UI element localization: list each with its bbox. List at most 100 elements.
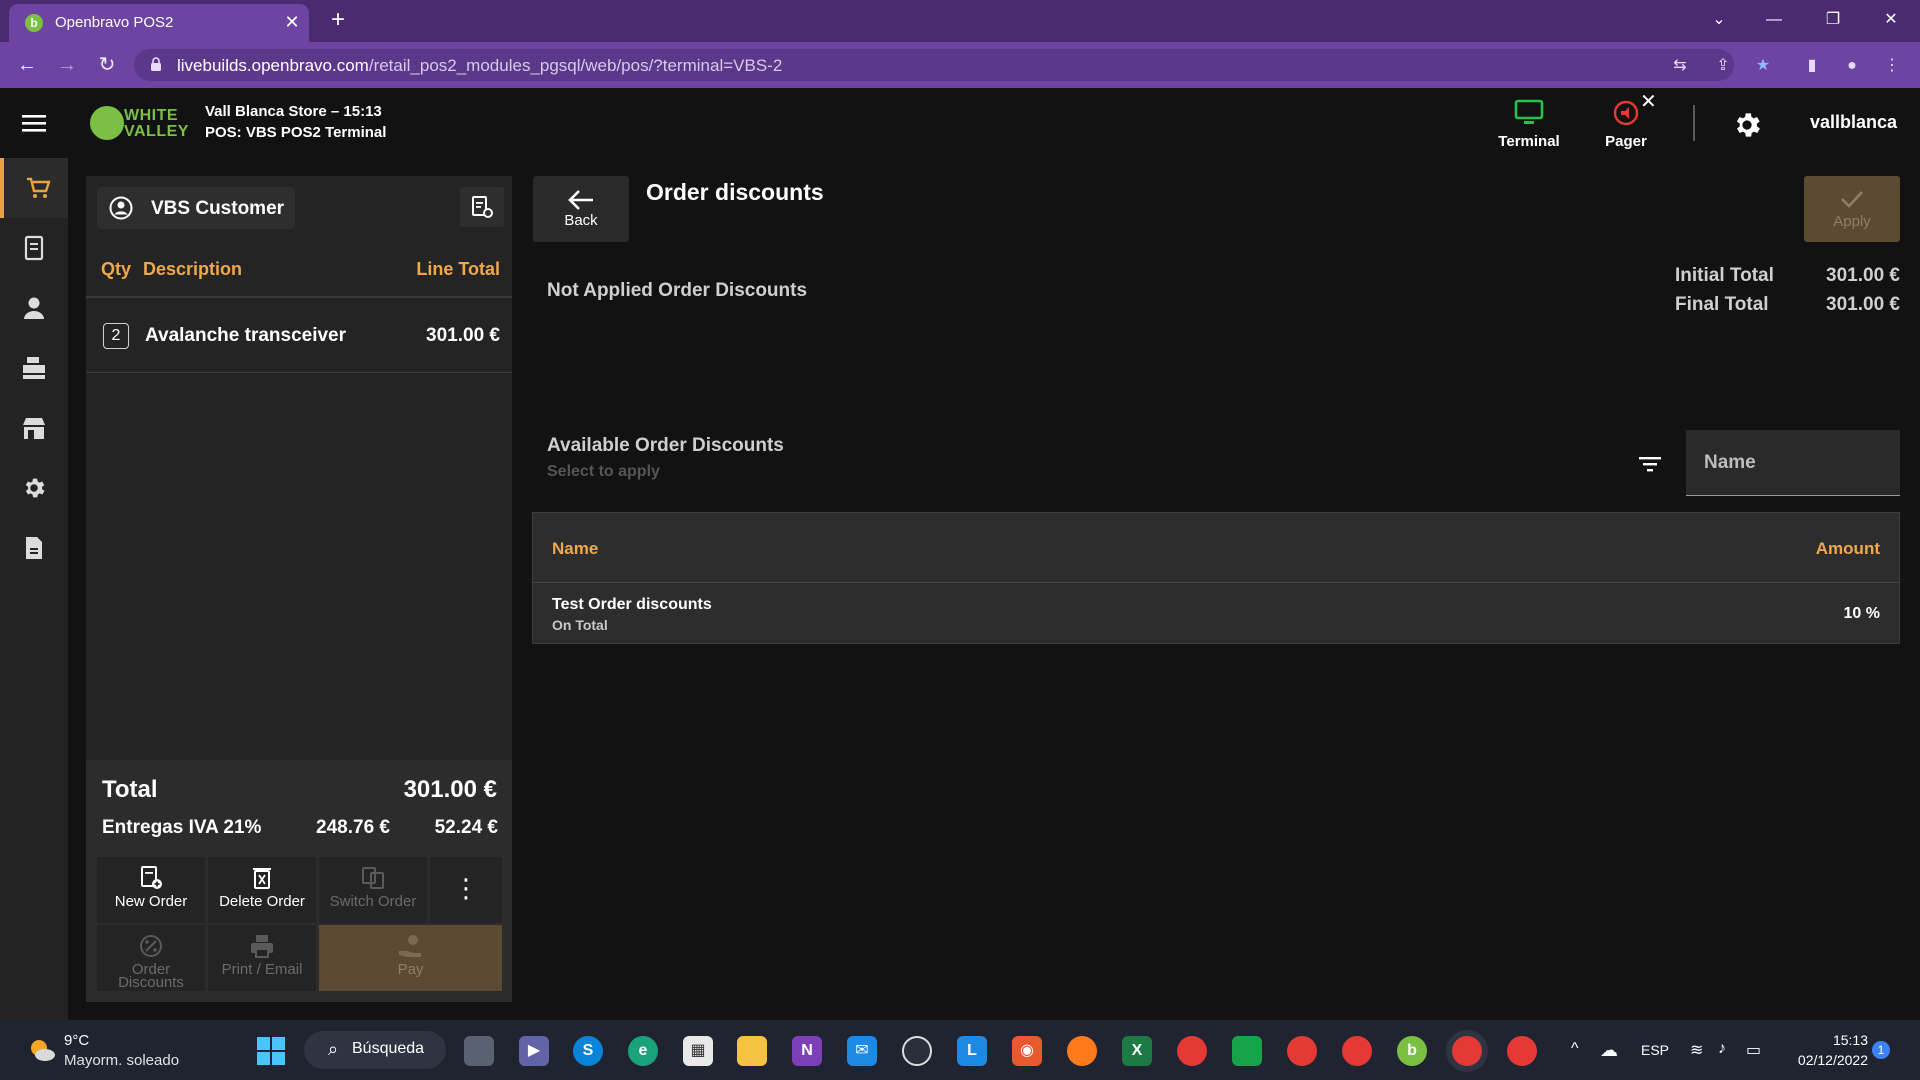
pay-button[interactable]: Pay (319, 925, 502, 991)
excel-icon[interactable]: X (1122, 1036, 1152, 1066)
pay-hand-icon (398, 935, 421, 957)
receipt-icon (24, 235, 44, 261)
delete-order-button[interactable]: Delete Order (208, 857, 316, 923)
line-quantity: 2 (103, 323, 129, 349)
skype-icon[interactable]: S (573, 1036, 603, 1066)
trash-icon (253, 868, 271, 889)
back-arrow-icon (568, 190, 593, 210)
check-icon (1841, 191, 1863, 208)
nav-receipts[interactable] (0, 218, 68, 278)
line-divider (86, 372, 512, 373)
user-name[interactable]: vallblanca (1810, 112, 1897, 133)
name-filter-input[interactable] (1686, 430, 1900, 496)
tab-search-chevron-icon[interactable]: ⌄ (1696, 6, 1742, 34)
minimize-window-icon[interactable]: — (1751, 6, 1797, 34)
reload-icon[interactable]: ↻ (93, 51, 121, 79)
l-app-icon[interactable]: L (957, 1036, 987, 1066)
column-name[interactable]: Name (552, 539, 598, 559)
profile-icon[interactable]: ● (1841, 55, 1863, 77)
chat-app-icon[interactable] (1232, 1036, 1262, 1066)
store-info: Vall Blanca Store – 15:13 (205, 103, 382, 120)
restore-window-icon[interactable]: ❐ (1810, 6, 1856, 34)
translate-icon[interactable]: ⇆ (1669, 55, 1691, 77)
nav-cart[interactable] (0, 158, 68, 218)
chrome-profile-icon[interactable] (1287, 1036, 1317, 1066)
total-value: 301.00 € (403, 776, 497, 803)
lock-icon[interactable] (150, 57, 162, 71)
bookmark-star-icon[interactable]: ★ (1752, 55, 1774, 77)
monitor-icon (1514, 99, 1544, 124)
volume-icon[interactable]: ♪ (1718, 1040, 1726, 1058)
logo-text: WHITE VALLEY (124, 107, 189, 140)
task-view-icon[interactable] (464, 1036, 494, 1066)
wifi-icon[interactable]: ≋ (1690, 1040, 1703, 1060)
switch-order-button[interactable]: Switch Order (319, 857, 427, 923)
file-explorer-icon[interactable] (737, 1036, 767, 1066)
pager-button[interactable]: ✕ Pager (1576, 91, 1676, 155)
print-email-button[interactable]: Print / Email (208, 925, 316, 991)
chrome-icon[interactable] (1177, 1036, 1207, 1066)
store-app-icon[interactable]: ▦ (683, 1036, 713, 1066)
account-circle-icon (109, 196, 133, 220)
nav-reports[interactable] (0, 518, 68, 578)
input-language[interactable]: ESP (1641, 1042, 1669, 1058)
clock-date[interactable]: 02/12/2022 (1790, 1052, 1868, 1068)
share-icon[interactable]: ⇪ (1712, 55, 1734, 77)
more-actions-button[interactable]: ⋮ (430, 857, 502, 923)
total-label: Total (102, 776, 158, 803)
teams-icon[interactable]: ▶ (519, 1036, 549, 1066)
line-total: 301.00 € (426, 325, 500, 346)
filter-icon[interactable] (1636, 450, 1664, 478)
tab-title: Openbravo POS2 (55, 14, 174, 31)
onedrive-cloud-icon[interactable]: ☁ (1600, 1040, 1618, 1061)
discount-type: On Total (552, 617, 608, 633)
nav-customers[interactable] (0, 278, 68, 338)
order-discounts-button[interactable]: Order Discounts (97, 925, 205, 991)
mail-icon[interactable]: ✉ (847, 1036, 877, 1066)
ticket-properties-button[interactable] (460, 187, 504, 227)
terminal-button[interactable]: Terminal (1479, 95, 1579, 155)
chrome-profile-icon[interactable] (1342, 1036, 1372, 1066)
browser-tab[interactable]: b Openbravo POS2 ✕ (9, 4, 309, 42)
obs-icon[interactable] (902, 1036, 932, 1066)
column-line-total: Line Total (416, 259, 500, 279)
settings-gear-icon[interactable] (1731, 109, 1763, 141)
discount-amount: 10 % (1843, 605, 1880, 622)
apply-button[interactable]: Apply (1804, 176, 1900, 242)
notification-badge[interactable]: 1 (1872, 1041, 1890, 1059)
edge-icon[interactable]: e (628, 1036, 658, 1066)
discount-icon (140, 935, 162, 957)
final-total-label: Final Total (1675, 294, 1769, 315)
show-hidden-icons-chevron-icon[interactable]: ^ (1571, 1040, 1579, 1058)
firefox-icon[interactable] (1067, 1036, 1097, 1066)
forward-arrow-icon[interactable]: → (53, 51, 81, 79)
nav-store[interactable] (0, 398, 68, 458)
browser-menu-icon[interactable]: ⋮ (1881, 55, 1903, 77)
chrome-profile-icon[interactable] (1507, 1036, 1537, 1066)
back-arrow-icon[interactable]: ← (13, 51, 41, 79)
clock-time[interactable]: 15:13 (1820, 1032, 1868, 1048)
side-panel-icon[interactable]: ▮ (1801, 55, 1823, 77)
windows-start-icon[interactable] (256, 1036, 286, 1066)
weather-partly-sunny-icon[interactable] (28, 1036, 56, 1064)
nav-settings[interactable] (0, 458, 68, 518)
openbravo-favicon-icon: b (25, 14, 43, 32)
nav-cash-management[interactable] (0, 338, 68, 398)
discount-row[interactable] (533, 583, 1899, 643)
camera-app-icon[interactable]: ◉ (1012, 1036, 1042, 1066)
close-window-icon[interactable]: ✕ (1868, 6, 1914, 34)
new-tab-icon[interactable]: + (325, 8, 351, 34)
tab-close-icon[interactable]: ✕ (281, 11, 303, 33)
openbravo-app-icon[interactable]: b (1397, 1036, 1427, 1066)
available-discounts-title: Available Order Discounts (547, 435, 784, 456)
hamburger-menu-icon[interactable] (18, 110, 50, 136)
battery-icon[interactable]: ▭ (1746, 1040, 1761, 1060)
chrome-active-icon[interactable] (1452, 1036, 1482, 1066)
new-order-button[interactable]: New Order (97, 857, 205, 923)
onenote-icon[interactable]: N (792, 1036, 822, 1066)
back-button[interactable]: Back (533, 176, 629, 242)
weather-description: Mayorm. soleado (64, 1052, 180, 1069)
new-order-icon (141, 866, 162, 889)
document-icon (26, 537, 42, 559)
column-amount[interactable]: Amount (1760, 539, 1880, 559)
